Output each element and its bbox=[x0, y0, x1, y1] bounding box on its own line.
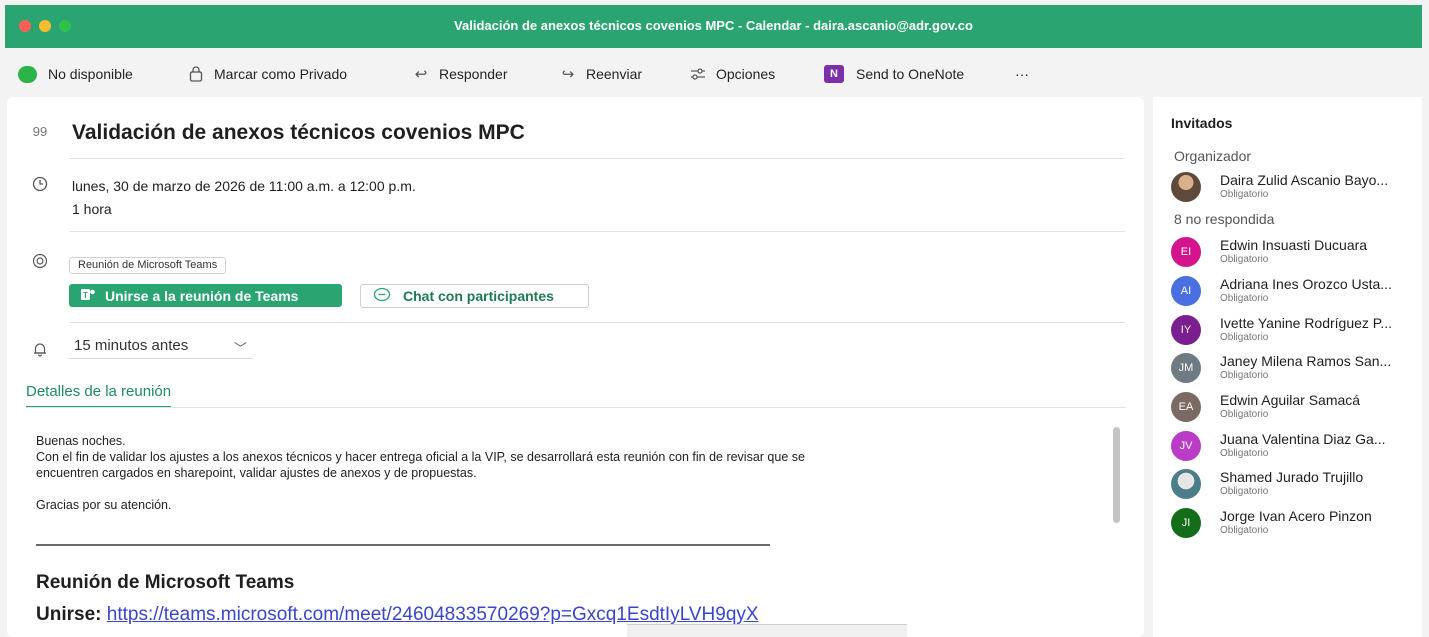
attendee-item[interactable]: AI Adriana Ines Orozco Usta... Obligator… bbox=[1171, 276, 1422, 312]
attendee-item[interactable]: JM Janey Milena Ramos San... Obligatorio bbox=[1171, 353, 1422, 389]
attendee-role: Obligatorio bbox=[1220, 486, 1269, 497]
status-dropdown[interactable]: No disponible bbox=[18, 65, 133, 83]
send-to-onenote-button[interactable]: N Send to OneNote bbox=[824, 65, 964, 83]
meeting-duration: 1 hora bbox=[72, 201, 112, 217]
location-tag: Reunión de Microsoft Teams bbox=[69, 257, 227, 274]
lock-icon bbox=[186, 65, 206, 83]
attendee-name: Shamed Jurado Trujillo bbox=[1220, 469, 1364, 485]
join-meeting-link[interactable]: https://teams.microsoft.com/meet/2460483… bbox=[107, 604, 759, 625]
mark-private-button[interactable]: Marcar como Privado bbox=[186, 65, 347, 83]
attendee-role: Obligatorio bbox=[1220, 332, 1269, 343]
pending-group-label: 8 no respondida bbox=[1174, 211, 1275, 227]
join-teams-meeting-button[interactable]: T Unirse a la reunión de Teams bbox=[69, 284, 342, 307]
meeting-body: Buenas noches. Con el fin de validar los… bbox=[36, 433, 1036, 513]
options-button[interactable]: Opciones bbox=[688, 65, 775, 83]
attendee-item[interactable]: JI Jorge Ivan Acero Pinzon Obligatorio bbox=[1171, 508, 1422, 544]
onenote-label: Send to OneNote bbox=[856, 66, 965, 82]
reply-button[interactable]: ↩ Responder bbox=[411, 65, 508, 83]
attendee-role: Obligatorio bbox=[1220, 409, 1269, 420]
title-bar: Validación de anexos técnicos covenios M… bbox=[5, 5, 1422, 48]
attendee-name: Janey Milena Ramos San... bbox=[1220, 353, 1392, 369]
attendee-role: Obligatorio bbox=[1220, 254, 1269, 265]
status-label: No disponible bbox=[48, 66, 133, 82]
reply-arrow-icon: ↩ bbox=[414, 66, 428, 83]
avatar: EA bbox=[1171, 392, 1201, 422]
avatar bbox=[1171, 172, 1201, 202]
attendee-role: Obligatorio bbox=[1220, 525, 1269, 536]
location-icon bbox=[31, 253, 49, 272]
avatar: JV bbox=[1171, 431, 1201, 461]
join-label: Unirse: bbox=[36, 604, 102, 625]
organizer-group-label: Organizador bbox=[1174, 148, 1252, 164]
window-title: Validación de anexos técnicos covenios M… bbox=[454, 18, 973, 33]
attendee-organizer[interactable]: Daira Zulid Ascanio Bayo... Obligatorio bbox=[1171, 172, 1422, 208]
attendees-title: Invitados bbox=[1171, 115, 1233, 131]
horizontal-rule bbox=[36, 544, 770, 546]
chat-label: Chat con participantes bbox=[403, 288, 554, 304]
avatar: AI bbox=[1171, 276, 1201, 306]
bell-icon bbox=[31, 341, 49, 360]
attendees-pane: Invitados Organizador Daira Zulid Ascani… bbox=[1153, 97, 1422, 637]
quote-icon: 99 bbox=[32, 124, 48, 139]
attendee-name: Ivette Yanine Rodríguez P... bbox=[1220, 315, 1393, 331]
event-details-panel: 99 Validación de anexos técnicos covenio… bbox=[7, 97, 1144, 637]
status-dot-icon bbox=[18, 65, 37, 83]
attendee-item[interactable]: EA Edwin Aguilar Samacá Obligatorio bbox=[1171, 392, 1422, 428]
meeting-subject: Validación de anexos técnicos covenios M… bbox=[72, 121, 525, 144]
attendee-item[interactable]: Shamed Jurado Trujillo Obligatorio bbox=[1171, 469, 1422, 505]
attendee-name: Edwin Aguilar Samacá bbox=[1220, 392, 1361, 408]
attendee-item[interactable]: IY Ivette Yanine Rodríguez P... Obligato… bbox=[1171, 315, 1422, 351]
chat-with-participants-button[interactable]: Chat con participantes bbox=[360, 284, 589, 308]
teams-meeting-heading: Reunión de Microsoft Teams bbox=[36, 572, 295, 593]
join-line: Unirse: https://teams.microsoft.com/meet… bbox=[36, 604, 759, 626]
sliders-icon bbox=[688, 65, 708, 83]
attendee-role: Obligatorio bbox=[1220, 370, 1269, 381]
reply-label: Responder bbox=[439, 66, 508, 82]
chat-bubble-icon bbox=[373, 287, 391, 306]
more-ellipsis-icon: ··· bbox=[1015, 66, 1029, 82]
avatar: IY bbox=[1171, 315, 1201, 345]
clock-icon bbox=[31, 176, 49, 195]
divider bbox=[69, 158, 1125, 159]
body-closing: Gracias por su atención. bbox=[36, 498, 172, 512]
divider bbox=[69, 322, 1125, 323]
reminder-dropdown[interactable]: 15 minutos antes ﹀ bbox=[69, 337, 253, 359]
bottom-overlay bbox=[627, 624, 907, 637]
attendee-role: Obligatorio bbox=[1220, 448, 1269, 459]
svg-text:T: T bbox=[83, 291, 88, 300]
reminder-value: 15 minutos antes bbox=[74, 337, 189, 354]
attendee-item[interactable]: JV Juana Valentina Diaz Ga... Obligatori… bbox=[1171, 431, 1422, 467]
mark-private-label: Marcar como Privado bbox=[214, 66, 348, 82]
attendee-name: Daira Zulid Ascanio Bayo... bbox=[1220, 172, 1389, 188]
more-options-button[interactable]: ··· bbox=[1015, 65, 1029, 83]
attendee-name: Edwin Insuasti Ducuara bbox=[1220, 237, 1368, 253]
attendee-role: Obligatorio bbox=[1220, 189, 1269, 200]
options-label: Opciones bbox=[716, 66, 776, 82]
body-scrollbar[interactable] bbox=[1113, 427, 1120, 523]
avatar: JM bbox=[1171, 353, 1201, 383]
body-paragraph: Con el fin de validar los ajustes a los … bbox=[36, 450, 805, 480]
attendee-name: Juana Valentina Diaz Ga... bbox=[1220, 431, 1386, 447]
forward-button[interactable]: ↪ Reenviar bbox=[558, 65, 642, 83]
onenote-icon: N bbox=[824, 65, 844, 83]
tab-meeting-details[interactable]: Detalles de la reunión bbox=[26, 383, 172, 408]
toolbar: No disponible Marcar como Privado ↩ Resp… bbox=[5, 48, 1422, 96]
avatar: JI bbox=[1171, 508, 1201, 538]
forward-arrow-icon: ↪ bbox=[561, 66, 575, 83]
teams-icon: T bbox=[81, 288, 95, 304]
divider bbox=[69, 231, 1125, 232]
chevron-down-icon: ﹀ bbox=[233, 341, 247, 356]
avatar: EI bbox=[1171, 237, 1201, 267]
tab-divider bbox=[26, 407, 1126, 408]
join-teams-label: Unirse a la reunión de Teams bbox=[105, 287, 299, 304]
forward-label: Reenviar bbox=[586, 66, 643, 82]
attendee-name: Jorge Ivan Acero Pinzon bbox=[1220, 508, 1372, 524]
attendee-item[interactable]: EI Edwin Insuasti Ducuara Obligatorio bbox=[1171, 237, 1422, 273]
avatar bbox=[1171, 469, 1201, 499]
meeting-datetime: lunes, 30 de marzo de 2026 de 11:00 a.m.… bbox=[72, 178, 416, 194]
attendee-name: Adriana Ines Orozco Usta... bbox=[1220, 276, 1392, 292]
body-greeting: Buenas noches. bbox=[36, 434, 126, 448]
attendee-role: Obligatorio bbox=[1220, 293, 1269, 304]
